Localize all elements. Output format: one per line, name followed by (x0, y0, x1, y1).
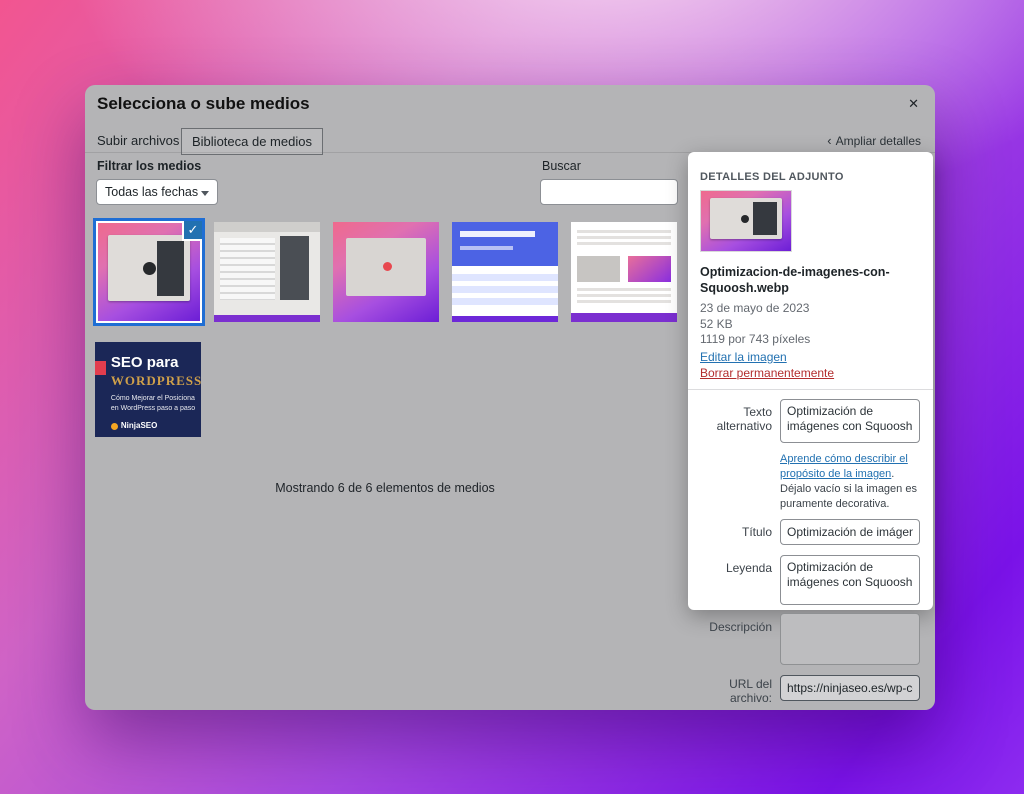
media-item-seo-cover[interactable]: SEO para WordPress Cómo Mejorar el Posic… (95, 342, 201, 437)
seo-cover-title: SEO para (111, 354, 179, 371)
description-label: Descripción (685, 620, 772, 634)
search-label: Buscar (542, 159, 581, 173)
delete-permanently-link[interactable]: Borrar permanentemente (700, 366, 834, 380)
close-icon[interactable]: ✕ (908, 96, 919, 112)
media-item-selected[interactable]: ✓ (93, 218, 205, 326)
thumbnail-panel (157, 241, 184, 296)
divider (688, 389, 933, 390)
alt-text-label: Texto alternativo (696, 405, 772, 433)
attachment-details-heading: DETALLES DEL ADJUNTO (700, 171, 844, 183)
file-url-input[interactable] (780, 675, 920, 701)
expand-details-button[interactable]: ‹ Ampliar detalles (827, 133, 921, 148)
media-count-status: Mostrando 6 de 6 elementos de medios (185, 481, 585, 495)
title-input[interactable] (780, 519, 920, 545)
description-field[interactable] (780, 613, 920, 665)
modal-title: Selecciona o sube medios (97, 94, 310, 114)
edit-image-link[interactable]: Editar la imagen (700, 350, 787, 364)
search-input[interactable] (540, 179, 678, 205)
tab-media-library[interactable]: Biblioteca de medios (181, 128, 323, 155)
attachment-date: 23 de mayo de 2023 (700, 301, 810, 317)
expand-details-label: Ampliar detalles (836, 134, 921, 148)
brand-logo-icon (111, 423, 118, 430)
date-filter-dropdown[interactable]: Todas las fechas (96, 179, 218, 205)
seo-cover-subtitle: WordPress (111, 373, 201, 389)
title-label: Título (696, 525, 772, 539)
check-icon: ✓ (182, 221, 202, 241)
attachment-dimensions: 1119 por 743 píxeles (700, 332, 810, 348)
attachment-preview-image (700, 190, 792, 252)
seo-cover-brand: NinjaSEO (111, 421, 157, 430)
attachment-filesize: 52 KB (700, 317, 810, 333)
media-item[interactable] (452, 222, 558, 322)
date-filter-value: Todas las fechas (105, 185, 198, 199)
seo-cover-line1: Cómo Mejorar el Posiciona (111, 395, 195, 402)
attachment-details-panel: DETALLES DEL ADJUNTO Optimizacion-de-ima… (688, 152, 933, 610)
attachment-meta: 23 de mayo de 2023 52 KB 1119 por 743 pí… (700, 301, 810, 348)
chevron-left-icon: ‹ (827, 133, 831, 148)
media-item[interactable] (333, 222, 439, 322)
filter-label: Filtrar los medios (97, 159, 201, 173)
caption-field[interactable]: Optimización de imágenes con Squoosh (780, 555, 920, 605)
caption-label: Leyenda (696, 561, 772, 575)
alt-text-field[interactable]: Optimización de imágenes con Squoosh (780, 399, 920, 443)
alt-text-help: Aprende cómo describir el propósito de l… (780, 452, 928, 512)
media-item[interactable] (571, 222, 677, 322)
ribbon-icon (95, 361, 106, 375)
attachment-filename: Optimizacion-de-imagenes-con-Squoosh.web… (700, 264, 920, 297)
media-modal: Selecciona o sube medios ✕ Subir archivo… (85, 85, 935, 710)
seo-cover-line2: en WordPress paso a paso (111, 405, 195, 412)
thumbnail-dot (143, 262, 156, 275)
media-item[interactable] (214, 222, 320, 322)
file-url-label: URL del archivo: (720, 677, 772, 705)
chevron-down-icon (201, 191, 209, 196)
alt-help-link[interactable]: Aprende cómo describir el propósito de l… (780, 453, 908, 480)
tab-upload-files[interactable]: Subir archivos (97, 133, 179, 148)
